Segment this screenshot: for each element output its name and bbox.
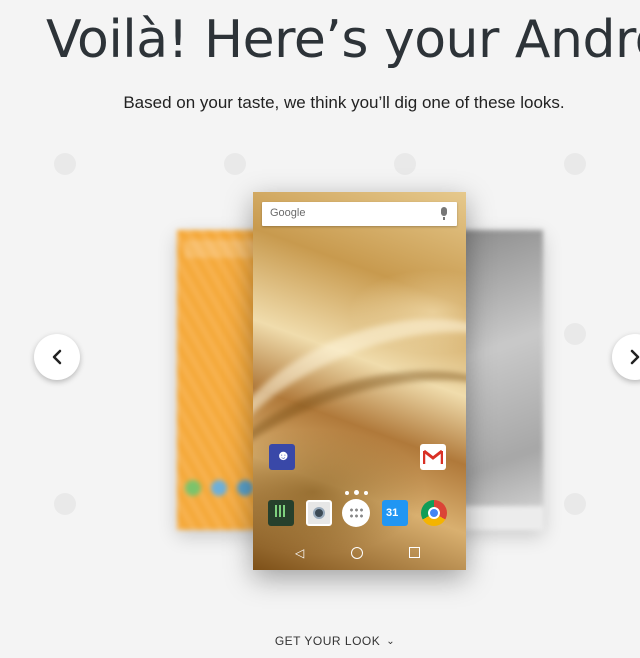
background-dot	[564, 153, 586, 175]
home-icon	[351, 547, 363, 559]
camera-icon	[306, 500, 332, 526]
theme-preview-right[interactable]	[455, 230, 543, 530]
google-search-label: Google	[270, 207, 306, 219]
app-icon	[211, 480, 227, 496]
contacts-icon	[269, 444, 295, 470]
background-dot	[224, 153, 246, 175]
dock-preview	[455, 506, 543, 530]
music-icon	[268, 500, 294, 526]
background-dot	[394, 153, 416, 175]
page: Voilà! Here’s your Android. Based on you…	[0, 0, 640, 658]
get-your-look-button[interactable]: GET YOUR LOOK ⌄	[0, 634, 640, 648]
theme-preview-center[interactable]: Google ◁	[253, 192, 466, 570]
app-icon	[237, 480, 253, 496]
page-indicator	[345, 482, 373, 500]
chrome-icon	[421, 500, 447, 526]
google-search-widget: Google	[262, 202, 457, 226]
app-drawer-icon	[342, 499, 370, 527]
next-button[interactable]	[612, 334, 640, 380]
microphone-icon	[441, 207, 447, 220]
background-dot	[564, 323, 586, 345]
previous-button[interactable]	[34, 334, 80, 380]
background-dot	[564, 493, 586, 515]
background-dot	[54, 493, 76, 515]
page-title: Voilà! Here’s your Android.	[46, 10, 640, 70]
background-dot	[54, 153, 76, 175]
get-your-look-label: GET YOUR LOOK	[274, 634, 381, 648]
phone-icon	[185, 480, 201, 496]
navigation-bar: ◁	[253, 538, 466, 570]
back-icon: ◁	[295, 546, 305, 560]
calendar-icon	[382, 500, 408, 526]
page-subtitle: Based on your taste, we think you’ll dig…	[123, 93, 565, 112]
recent-apps-icon	[409, 547, 420, 558]
chevron-right-icon	[630, 349, 640, 365]
chevron-left-icon	[52, 349, 62, 365]
chevron-down-icon: ⌄	[386, 636, 396, 647]
gmail-icon	[420, 444, 446, 470]
